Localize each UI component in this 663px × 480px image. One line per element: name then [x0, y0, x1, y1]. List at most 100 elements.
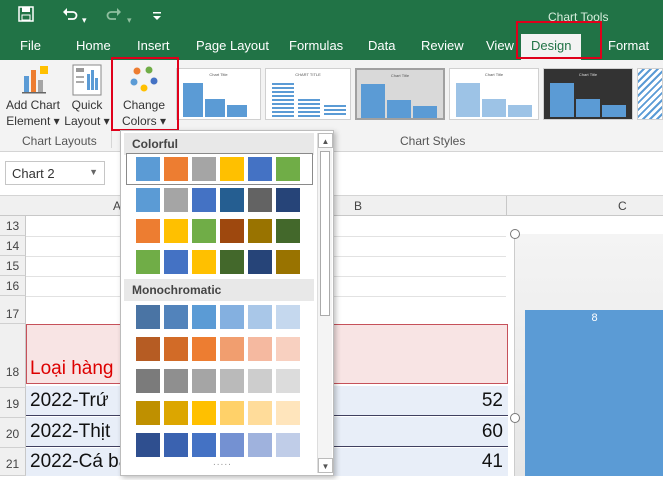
color-swatch[interactable]: [192, 219, 216, 243]
cell-a18[interactable]: Loại hàng: [30, 358, 113, 380]
color-swatch[interactable]: [164, 250, 188, 274]
row-header-17[interactable]: 17: [0, 296, 26, 324]
color-swatch[interactable]: [248, 219, 272, 243]
color-swatch[interactable]: [248, 369, 272, 393]
row-header-16[interactable]: 16: [0, 276, 26, 296]
name-box[interactable]: Chart 2 ▼: [5, 161, 105, 185]
save-icon[interactable]: [18, 6, 34, 28]
color-swatch[interactable]: [164, 433, 188, 457]
color-swatch[interactable]: [192, 369, 216, 393]
color-swatch[interactable]: [136, 250, 160, 274]
color-swatch[interactable]: [248, 250, 272, 274]
color-swatch[interactable]: [192, 337, 216, 361]
tab-file[interactable]: File: [20, 38, 41, 53]
color-swatch[interactable]: [276, 369, 300, 393]
chart-resize-handle[interactable]: [510, 229, 520, 239]
color-swatch[interactable]: [248, 401, 272, 425]
scroll-down-icon[interactable]: ▼: [318, 458, 333, 473]
color-swatch[interactable]: [164, 188, 188, 212]
color-swatch[interactable]: [248, 157, 272, 181]
cell-b19[interactable]: 52: [482, 390, 503, 412]
color-swatch[interactable]: [276, 305, 300, 329]
chart-bar[interactable]: 8: [525, 310, 663, 476]
chart-style-thumb-6[interactable]: [637, 68, 663, 120]
color-swatch[interactable]: [136, 219, 160, 243]
dropdown-scrollbar[interactable]: ▲ ▼: [317, 133, 333, 473]
color-swatch[interactable]: [136, 157, 160, 181]
tab-insert[interactable]: Insert: [137, 38, 170, 53]
tab-view[interactable]: View: [486, 38, 514, 53]
color-swatch[interactable]: [220, 337, 244, 361]
tab-formulas[interactable]: Formulas: [289, 38, 343, 53]
color-swatch[interactable]: [164, 157, 188, 181]
redo-dropdown-icon[interactable]: ▾: [127, 10, 132, 30]
color-swatch[interactable]: [136, 337, 160, 361]
cell-a19[interactable]: 2022-Trứ: [30, 390, 109, 412]
color-swatch[interactable]: [220, 433, 244, 457]
quick-layout-button[interactable]: Quick Layout ▾: [64, 60, 110, 130]
color-swatch[interactable]: [276, 401, 300, 425]
color-swatch[interactable]: [220, 369, 244, 393]
cell-b20[interactable]: 60: [482, 421, 503, 443]
chart-style-thumb-1[interactable]: Chart Title: [176, 68, 261, 120]
resize-grip-icon[interactable]: .....: [213, 457, 232, 468]
color-swatch[interactable]: [192, 157, 216, 181]
chart-style-thumb-2[interactable]: CHART TITLE: [265, 68, 351, 120]
chart-style-thumb-4[interactable]: Chart Title: [449, 68, 539, 120]
tab-format[interactable]: Format: [608, 38, 649, 53]
color-swatch[interactable]: [248, 188, 272, 212]
row-header-19[interactable]: 19: [0, 388, 26, 418]
color-swatch[interactable]: [276, 433, 300, 457]
color-swatch[interactable]: [136, 401, 160, 425]
chart-area[interactable]: 8: [514, 234, 663, 476]
color-swatch[interactable]: [164, 305, 188, 329]
color-swatch[interactable]: [248, 433, 272, 457]
redo-icon[interactable]: [106, 6, 122, 28]
column-header-b[interactable]: B: [354, 199, 362, 213]
color-swatch[interactable]: [164, 369, 188, 393]
color-swatch[interactable]: [276, 188, 300, 212]
row-header-18[interactable]: 18: [0, 324, 26, 388]
color-swatch[interactable]: [164, 219, 188, 243]
undo-dropdown-icon[interactable]: ▾: [82, 10, 87, 30]
customize-quick-access-icon[interactable]: [152, 8, 162, 28]
color-swatch[interactable]: [220, 305, 244, 329]
tab-review[interactable]: Review: [421, 38, 464, 53]
column-header-c[interactable]: C: [618, 199, 627, 213]
color-swatch[interactable]: [276, 157, 300, 181]
color-swatch[interactable]: [192, 433, 216, 457]
scroll-up-icon[interactable]: ▲: [318, 133, 333, 148]
add-chart-element-button[interactable]: Add Chart Element ▾: [4, 60, 62, 130]
color-swatch[interactable]: [192, 188, 216, 212]
color-swatch[interactable]: [192, 401, 216, 425]
color-swatch[interactable]: [248, 337, 272, 361]
color-swatch[interactable]: [276, 250, 300, 274]
color-swatch[interactable]: [248, 305, 272, 329]
row-header-15[interactable]: 15: [0, 256, 26, 276]
color-swatch[interactable]: [192, 305, 216, 329]
chevron-down-icon[interactable]: ▼: [89, 167, 98, 177]
color-swatch[interactable]: [276, 219, 300, 243]
color-swatch[interactable]: [220, 157, 244, 181]
tab-data[interactable]: Data: [368, 38, 395, 53]
row-header-13[interactable]: 13: [0, 216, 26, 236]
color-swatch[interactable]: [220, 219, 244, 243]
cell-b21[interactable]: 41: [482, 451, 503, 473]
cell-a20[interactable]: 2022-Thịt: [30, 421, 110, 443]
color-swatch[interactable]: [164, 337, 188, 361]
tab-home[interactable]: Home: [76, 38, 111, 53]
color-swatch[interactable]: [136, 188, 160, 212]
color-swatch[interactable]: [192, 250, 216, 274]
row-header-20[interactable]: 20: [0, 418, 26, 448]
chart-style-thumb-3-selected[interactable]: Chart Title: [355, 68, 445, 120]
row-header-21[interactable]: 21: [0, 448, 26, 476]
chart-resize-handle[interactable]: [510, 413, 520, 423]
color-swatch[interactable]: [136, 369, 160, 393]
color-swatch[interactable]: [276, 337, 300, 361]
undo-icon[interactable]: [62, 6, 78, 28]
scrollbar-thumb[interactable]: [320, 151, 330, 316]
color-swatch[interactable]: [136, 305, 160, 329]
color-swatch[interactable]: [220, 250, 244, 274]
tab-page-layout[interactable]: Page Layout: [196, 38, 269, 53]
row-header-14[interactable]: 14: [0, 236, 26, 256]
